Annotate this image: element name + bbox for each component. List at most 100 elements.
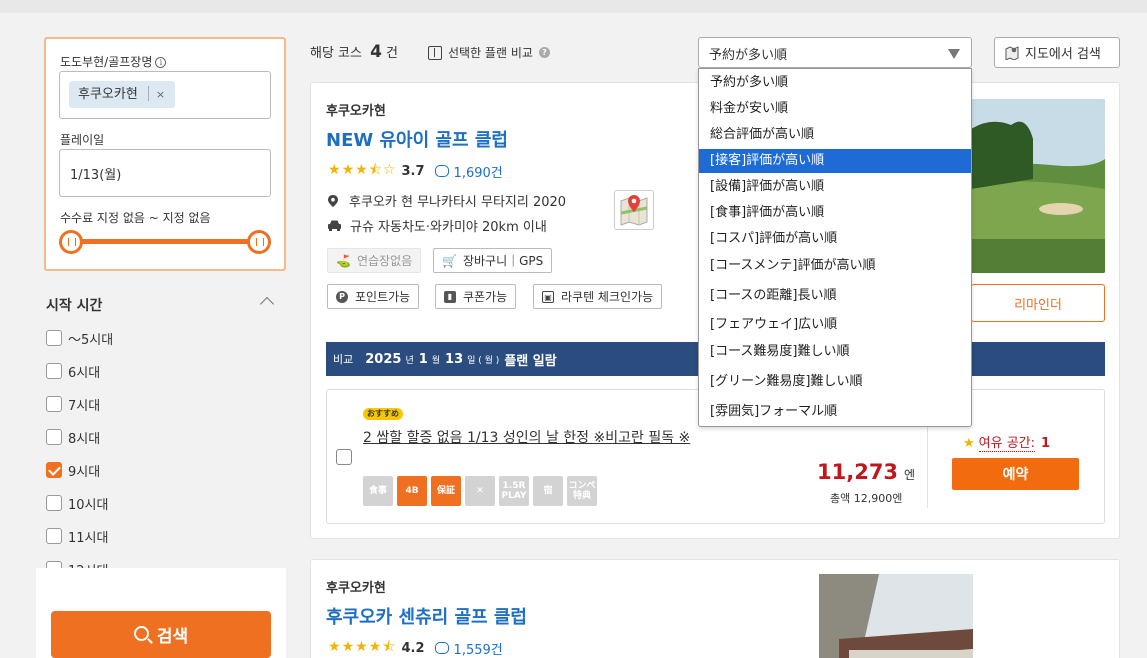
plan-feature-icon: 食事 (363, 476, 393, 506)
start-time-label: 7시대 (68, 398, 101, 414)
start-time-checkbox[interactable] (46, 363, 62, 379)
sort-option[interactable]: [コスパ]評価が高い順 (699, 227, 971, 251)
course-address: 후쿠오카 현 무나카타시 무타지리 2020 (328, 191, 566, 210)
start-time-checkbox[interactable] (46, 330, 62, 346)
plan-compare-checkbox[interactable] (336, 449, 352, 465)
course-name-link[interactable]: NEW 유아이 골프 클럽 (326, 126, 508, 152)
course-access: 규슈 자동차도·와카미야 20km 이내 (328, 216, 547, 235)
sort-option[interactable]: [グリーン難易度]難しい順 (699, 370, 971, 394)
map-icon (1005, 46, 1019, 60)
plan-feature-icons: 食事 4B 保証 ✕ 1.5R PLAY 宿コンペ 特典 (363, 476, 601, 506)
sort-option[interactable]: [雰囲気]フォーマル順 (699, 400, 971, 424)
car-icon (328, 220, 341, 231)
search-icon (133, 625, 149, 641)
start-time-label: 11시대 (68, 530, 109, 546)
recommended-badge: おすすめ (363, 408, 403, 420)
start-time-option[interactable]: 10시대 (46, 493, 108, 513)
review-count-link[interactable]: 1,559건 (434, 639, 503, 658)
start-time-option[interactable]: 11시대 (46, 526, 108, 546)
start-time-option[interactable]: 9시대 (46, 460, 100, 480)
star-icon: ☆ (382, 162, 396, 178)
star-icon: ★ (355, 162, 368, 178)
star-icon: ★ (341, 639, 355, 655)
sort-dropdown-menu: 予約が多い順 料金が安い順 総合評価が高い順 [接客]評価が高い順 [設備]評価が高い順… (698, 68, 972, 427)
sort-option[interactable]: [食事]評価が高い順 (699, 201, 971, 225)
start-time-label: 10시대 (68, 497, 109, 513)
star-icon: ★ (328, 639, 341, 655)
start-time-option[interactable]: 6시대 (46, 361, 100, 381)
star-icon: ★ (368, 639, 382, 655)
search-button-label: 검색 (156, 627, 189, 647)
sort-option[interactable]: [コースメンテ]評価が高い順 (699, 254, 971, 278)
sort-option[interactable]: [設備]評価が高い順 (699, 175, 971, 199)
search-button[interactable]: 검색 (51, 611, 271, 658)
sort-selected-value: 予約が多い順 (709, 48, 788, 63)
start-time-checkbox[interactable] (46, 462, 62, 478)
star-icon: ★ (341, 162, 355, 178)
sort-option[interactable]: 総合評価が高い順 (699, 123, 971, 147)
sort-option[interactable]: 料金が安い順 (699, 97, 971, 121)
sort-option[interactable]: [コースの距離]長い順 (699, 284, 971, 308)
start-time-option[interactable]: ～5시대 (46, 328, 113, 348)
sort-option[interactable]: 予約が多い順 (699, 71, 971, 95)
tag-rakuten-checkin: ▣ 라쿠텐 체크인가능 (533, 284, 663, 309)
course-photo[interactable] (971, 99, 1105, 273)
tag-points: P 포인트가능 (327, 284, 420, 309)
book-button[interactable]: 예약 (952, 458, 1079, 490)
review-count-link[interactable]: 1,690건 (434, 162, 503, 181)
course-prefecture: 후쿠오카현 (326, 104, 386, 119)
chip-remove-icon[interactable]: × (156, 88, 165, 101)
plan-feature-icon: 宿 (533, 476, 563, 506)
tag-coupon: ▮ 쿠폰가능 (435, 284, 517, 309)
map-pin-icon (620, 195, 648, 226)
start-time-checkbox[interactable] (46, 429, 62, 445)
fee-slider-max-handle[interactable] (247, 230, 271, 254)
course-prefecture: 후쿠오카현 (326, 581, 386, 596)
start-time-checkbox[interactable] (46, 396, 62, 412)
info-icon[interactable]: i (155, 57, 167, 68)
tag-cart-gps: 🛒 장바구니｜GPS (433, 248, 553, 273)
region-field[interactable]: 후쿠오카현 × (59, 71, 271, 119)
fee-range-label: 수수료 지정 없음 ~ 지정 없음 (60, 211, 211, 225)
star-icon: ⯪ (368, 162, 382, 178)
review-icon (434, 642, 449, 654)
plan-feature-icon: コンペ 特典 (567, 476, 597, 506)
star-icon: ★ (963, 436, 975, 451)
review-icon (434, 165, 449, 177)
course-name-link[interactable]: 후쿠오카 센츄리 골프 클럽 (326, 603, 527, 629)
plan-title-link[interactable]: 2 쌈할 할증 없음 1/13 성인의 날 한정 ※비고란 필독 ※ (363, 427, 690, 447)
plan-feature-icon: 4B (397, 476, 427, 506)
course-photo[interactable] (819, 574, 973, 658)
region-label: 도도부현/골프장명 i (60, 53, 167, 70)
sort-option[interactable]: [接客]評価が高い順 (699, 149, 971, 173)
sort-option[interactable]: [コース難易度]難しい順 (699, 340, 971, 364)
start-time-checkbox[interactable] (46, 495, 62, 511)
rating-value: 3.7 (401, 163, 425, 179)
course-map-thumbnail[interactable] (614, 190, 654, 230)
chevron-up-icon[interactable] (259, 296, 275, 312)
region-chip: 후쿠오카현 × (69, 81, 176, 108)
course-rating: ★★★⯪☆ 3.7 1,690건 (328, 159, 503, 183)
start-time-label: ～5시대 (68, 332, 114, 348)
fee-slider-min-handle[interactable] (59, 230, 83, 254)
reminder-button[interactable]: 리마인더 (971, 284, 1105, 322)
tag-no-practice-range: ⛳ 연습장없음 (327, 248, 422, 273)
sort-select[interactable]: 予約が多い順 (698, 37, 972, 68)
plan-total-price: 총액 12,900엔 (830, 492, 903, 505)
compare-plans-link[interactable]: 선택한 플랜 비교? (428, 44, 550, 61)
map-search-button[interactable]: 지도에서 검색 (994, 37, 1120, 68)
play-date-field[interactable]: 1/13(월) (59, 149, 271, 197)
rating-value: 4.2 (401, 640, 425, 656)
start-time-checkbox[interactable] (46, 528, 62, 544)
dropdown-arrow-icon (948, 49, 960, 59)
help-icon[interactable]: ? (538, 47, 550, 58)
start-time-option[interactable]: 8시대 (46, 427, 100, 447)
clubhouse-image (819, 574, 973, 658)
start-time-label: 9시대 (68, 464, 101, 480)
start-time-option[interactable]: 7시대 (46, 394, 100, 414)
top-bar (0, 0, 1147, 13)
start-time-label: 8시대 (68, 431, 101, 447)
plan-feature-icon: 保証 (431, 476, 461, 506)
search-filter-box: 도도부현/골프장명 i 후쿠오카현 × 플레이일 1/13(월) 수수료 지정 없음… (44, 37, 286, 271)
sort-option[interactable]: [フェアウェイ]広い順 (699, 313, 971, 337)
